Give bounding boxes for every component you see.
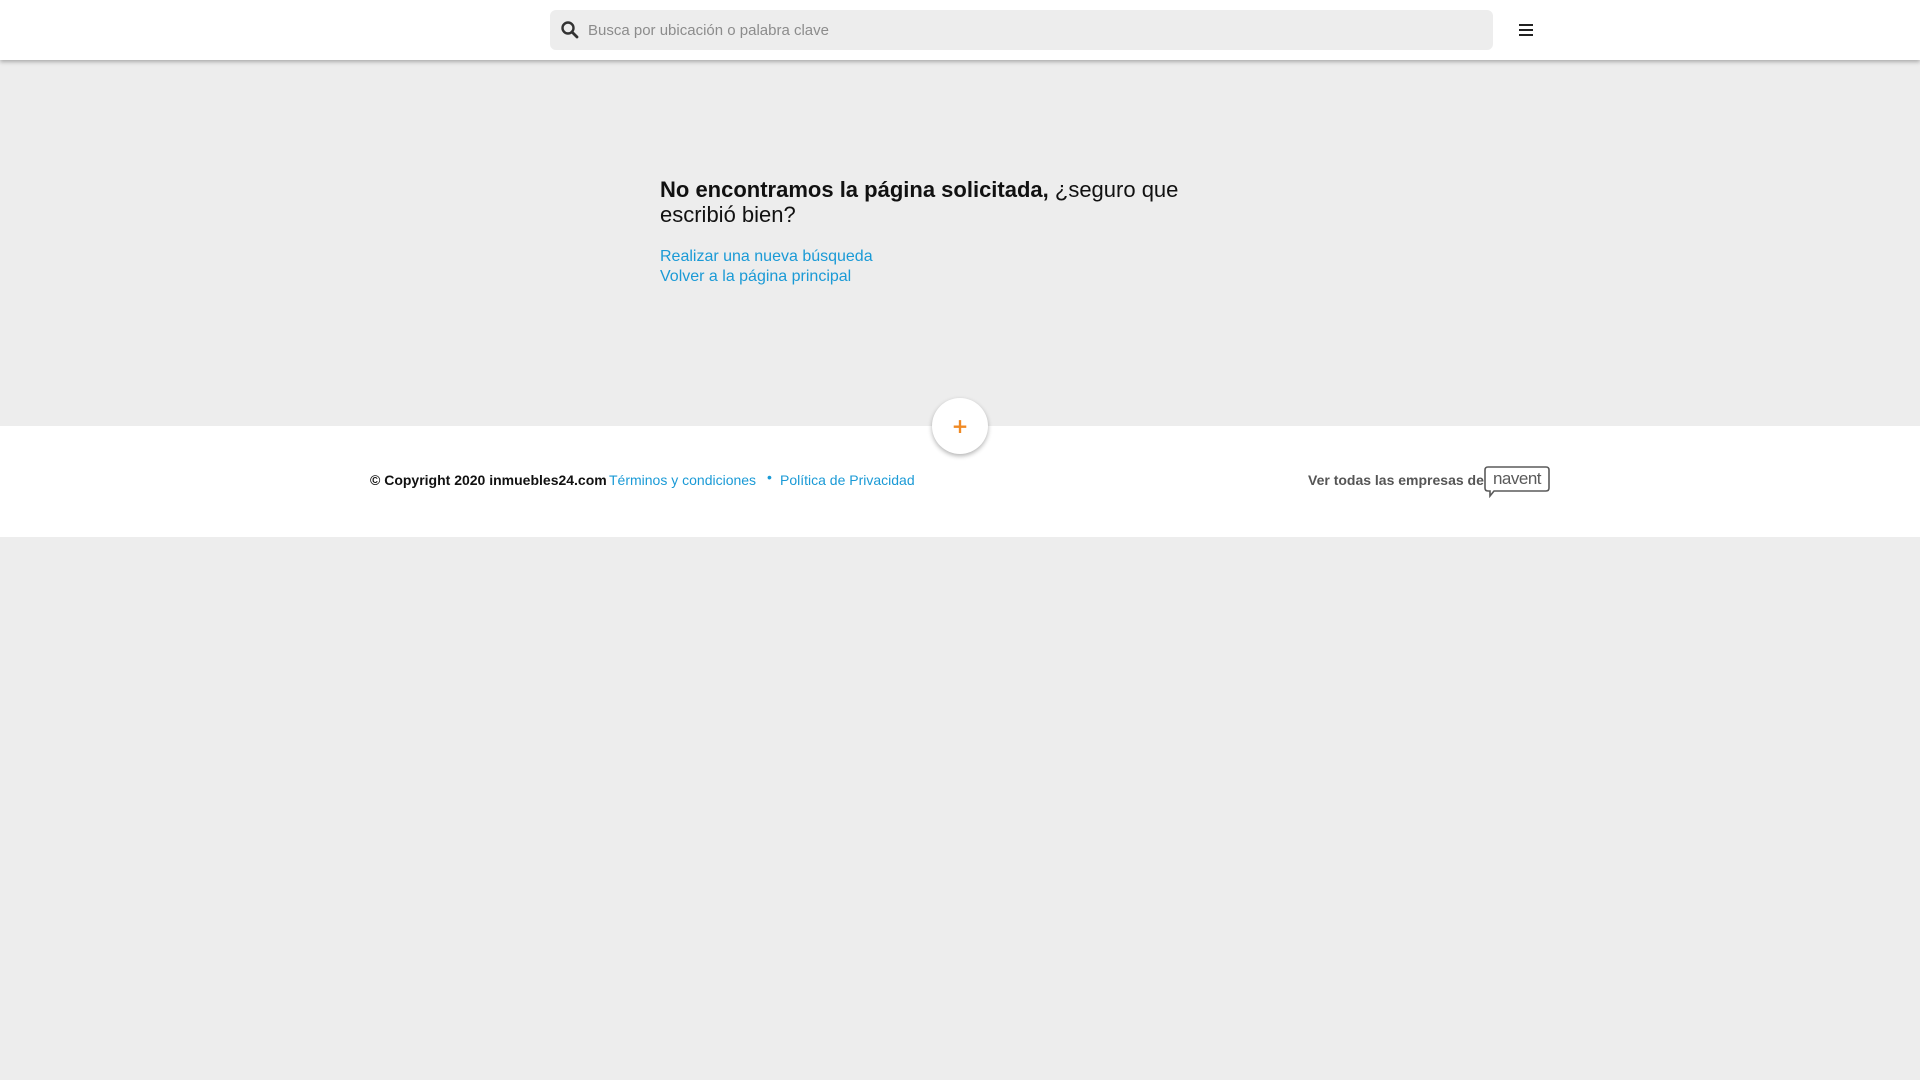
companies-text: Ver todas las empresas de [1308,472,1484,488]
error-title: No encontramos la página solicitada, ¿se… [660,177,1260,227]
plus-icon: + [951,414,969,438]
privacy-link[interactable]: Política de Privacidad [780,472,915,488]
hamburger-menu-icon[interactable] [1514,18,1538,42]
copyright-text: © Copyright 2020 inmuebles24.com [370,472,607,488]
terms-link[interactable]: Términos y condiciones [609,472,756,488]
error-title-bold: No encontramos la página solicitada, [660,177,1049,202]
top-header [0,0,1920,60]
error-links: Realizar una nueva búsqueda Volver a la … [660,247,1260,287]
new-search-link[interactable]: Realizar una nueva búsqueda [660,247,1260,267]
search-bar[interactable] [550,10,1493,50]
search-icon[interactable] [560,20,580,40]
footer-separator: • [767,469,772,485]
not-found-message: No encontramos la página solicitada, ¿se… [660,177,1260,287]
navent-logo-text: navent [1492,469,1542,488]
search-input[interactable] [584,10,1484,50]
navent-logo[interactable]: navent [1484,466,1550,498]
home-page-link[interactable]: Volver a la página principal [660,267,1260,287]
expand-footer-button[interactable]: + [932,398,988,454]
